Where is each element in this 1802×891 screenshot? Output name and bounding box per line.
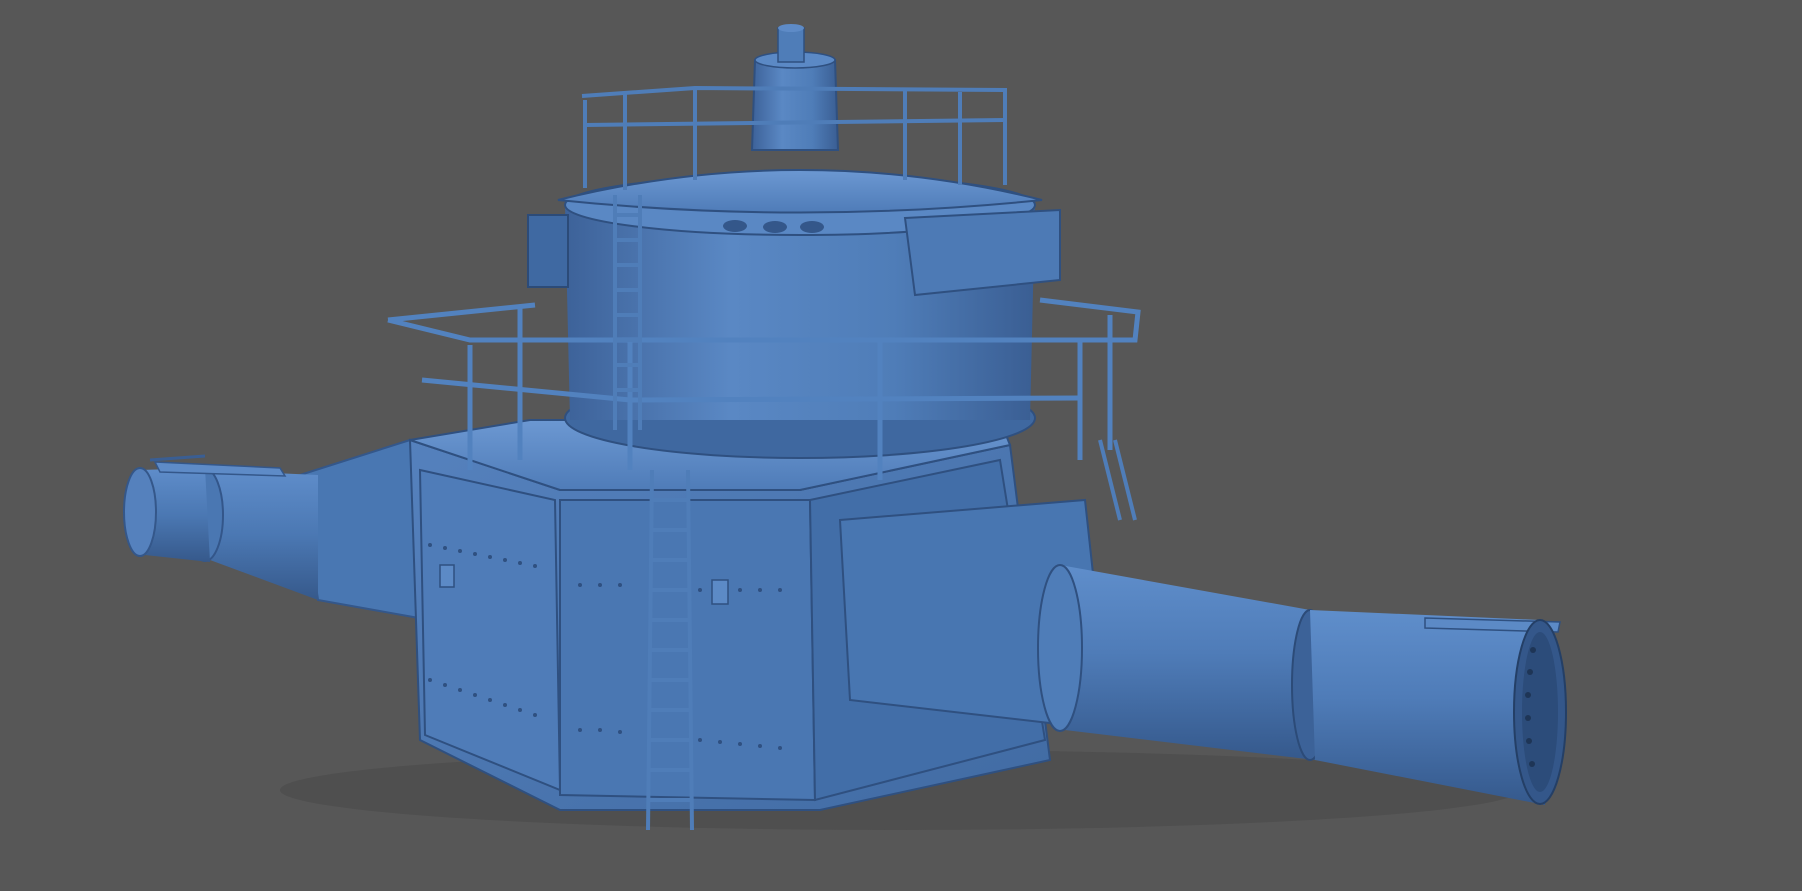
left-pipe <box>123 438 432 622</box>
upper-drum <box>527 169 1061 459</box>
render-viewport <box>0 0 1802 891</box>
end-flange <box>1513 619 1567 805</box>
model-render <box>123 24 1567 831</box>
